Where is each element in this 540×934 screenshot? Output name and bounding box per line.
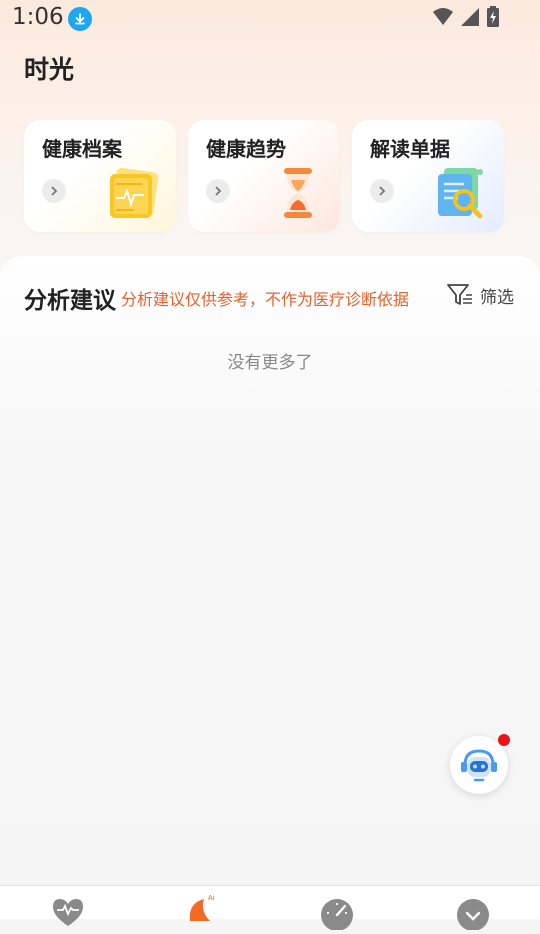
nav-item-profile[interactable] <box>456 896 490 931</box>
disclaimer-text: 分析建议仅供参考，不作为医疗诊断依据 <box>121 290 410 309</box>
notification-dot <box>498 734 510 746</box>
filter-icon <box>447 284 472 305</box>
analysis-panel: 分析建议 分析建议仅供参考，不作为医疗诊断依据 筛选 没有更多了 <box>0 256 540 886</box>
signal-icon <box>461 8 479 26</box>
chevron-right-icon <box>42 179 66 203</box>
card-health-trend[interactable]: 健康趋势 <box>188 120 340 232</box>
filter-label: 筛选 <box>480 287 514 308</box>
robot-icon <box>461 749 497 782</box>
card-interpret-documents[interactable]: 解读单据 <box>352 120 504 232</box>
profile-icon <box>457 899 489 931</box>
card-title: 解读单据 <box>370 137 450 161</box>
card-health-record[interactable]: 健康档案 <box>24 120 176 232</box>
document-scan-icon <box>438 168 483 219</box>
chevron-right-icon <box>206 179 230 203</box>
status-time: 1:06 <box>12 4 64 30</box>
status-bar: 1:06 <box>0 0 540 36</box>
speedometer-icon <box>321 899 353 931</box>
ai-badge-text: Ai <box>208 895 215 902</box>
chevron-right-icon <box>370 179 394 203</box>
page-title: 时光 <box>24 55 75 84</box>
health-record-icon <box>110 167 159 218</box>
ai-leaf-icon: Ai <box>189 895 215 921</box>
filter-button[interactable]: 筛选 <box>446 282 514 308</box>
status-icons <box>432 6 500 28</box>
nav-item-ai[interactable]: Ai <box>186 891 220 925</box>
nav-item-health[interactable] <box>51 896 85 930</box>
heart-pulse-icon <box>53 899 83 926</box>
nav-item-metrics[interactable] <box>320 896 354 931</box>
hourglass-icon <box>284 168 312 218</box>
empty-state-text: 没有更多了 <box>227 353 313 373</box>
section-title: 分析建议 <box>24 288 116 314</box>
bottom-navigation: Ai <box>0 885 540 931</box>
card-title: 健康趋势 <box>206 137 286 161</box>
wifi-icon <box>433 8 453 25</box>
download-icon <box>68 7 92 31</box>
card-title: 健康档案 <box>42 137 122 161</box>
battery-charging-icon <box>487 6 499 27</box>
